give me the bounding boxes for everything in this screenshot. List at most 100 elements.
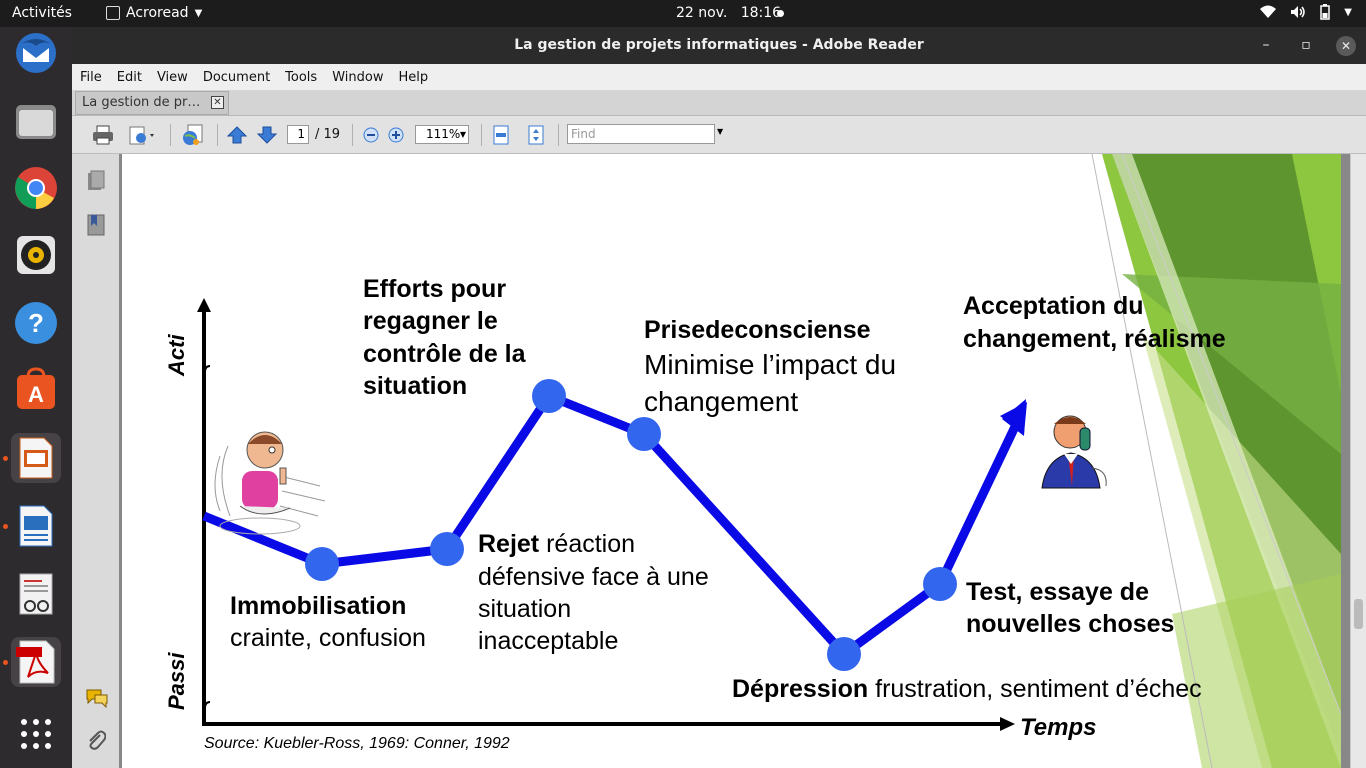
efforts-line-1: Efforts pour xyxy=(363,275,506,303)
document-tab[interactable]: La gestion de pr… ✕ xyxy=(75,91,229,115)
share-document-icon xyxy=(129,126,154,145)
toolbar-separator xyxy=(170,124,171,146)
online-services-button[interactable] xyxy=(180,124,208,145)
efforts-line-3: contrôle de la xyxy=(363,340,527,368)
running-indicator xyxy=(3,660,8,665)
writer-document-icon[interactable] xyxy=(11,501,61,551)
menu-window[interactable]: Window xyxy=(332,70,383,85)
system-menu-chevron-icon: ▼ xyxy=(1344,6,1352,18)
tab-bar: La gestion de pr… ✕ xyxy=(72,90,1366,116)
curve-node-test xyxy=(923,567,957,601)
fit-page-icon xyxy=(493,125,509,145)
scrollbar-thumb[interactable] xyxy=(1354,599,1363,629)
title-bar[interactable]: La gestion de projets informatiques - Ad… xyxy=(72,27,1366,64)
zoom-level-select[interactable]: 111% ▼ xyxy=(415,125,469,144)
efforts-line-2: regagner le xyxy=(363,307,498,335)
minimize-button[interactable]: – xyxy=(1256,27,1276,64)
thunderbird-icon[interactable] xyxy=(11,28,61,78)
chevron-down-icon: ▼ xyxy=(194,7,203,19)
close-tab-icon[interactable]: ✕ xyxy=(211,96,224,109)
slide-green-band xyxy=(1172,574,1341,768)
pages-panel-icon[interactable] xyxy=(87,170,105,192)
dock: ? A xyxy=(0,27,72,768)
menu-file[interactable]: File xyxy=(80,70,102,85)
activities-button[interactable]: Activités xyxy=(12,5,72,21)
running-indicator xyxy=(3,524,8,529)
y-axis-tick xyxy=(204,365,211,373)
menu-view[interactable]: View xyxy=(157,70,188,85)
rhythmbox-icon[interactable] xyxy=(11,230,61,280)
document-viewer-icon[interactable] xyxy=(11,569,61,619)
chevron-down-icon[interactable]: ▼ xyxy=(717,127,723,136)
help-icon[interactable]: ? xyxy=(11,298,61,348)
navigation-pane xyxy=(72,154,119,768)
next-page-button[interactable] xyxy=(257,125,277,145)
chrome-icon[interactable] xyxy=(11,163,61,213)
vertical-scrollbar[interactable] xyxy=(1350,154,1366,768)
acceptation-line-1: Acceptation du xyxy=(963,292,1144,320)
menu-edit[interactable]: Edit xyxy=(117,70,142,85)
toolbar: 1 / 19 111% ▼ Find ▼ xyxy=(72,116,1366,154)
system-tray[interactable]: ▼ xyxy=(1260,4,1352,20)
depression-text: frustration, sentiment d’échec xyxy=(868,675,1202,703)
arrow-down-icon xyxy=(257,126,277,144)
volume-icon xyxy=(1291,6,1306,18)
fit-window-button[interactable] xyxy=(527,125,545,145)
time-label: 18:16 xyxy=(740,5,782,21)
bookmarks-panel-icon[interactable] xyxy=(87,214,105,236)
curve-node-immobilisation xyxy=(305,547,339,581)
zoom-in-icon xyxy=(388,127,404,143)
rejet-title: Rejet xyxy=(478,530,540,558)
acceptation-line-2: changement, réalisme xyxy=(963,325,1226,353)
comments-icon[interactable] xyxy=(85,688,109,708)
fit-width-button[interactable] xyxy=(492,125,510,145)
menu-tools[interactable]: Tools xyxy=(285,70,317,85)
toolbar-separator xyxy=(217,124,218,146)
adobe-reader-window: La gestion de projets informatiques - Ad… xyxy=(72,27,1366,768)
zoom-in-button[interactable] xyxy=(388,125,404,145)
depression-label: Dépression frustration, sentiment d’éche… xyxy=(732,675,1202,703)
maximize-button[interactable]: ▫ xyxy=(1296,27,1316,64)
show-applications-icon[interactable] xyxy=(11,709,61,759)
confused-person-clipart xyxy=(214,431,326,535)
top-bar: Activités Acroread ▼ 22 nov. 18:16 ▼ xyxy=(0,0,1366,27)
menu-document[interactable]: Document xyxy=(203,70,270,85)
rejet-text-2: défensive face à une xyxy=(478,563,709,591)
battery-icon xyxy=(1320,4,1331,20)
adobe-reader-icon[interactable] xyxy=(11,637,61,687)
attachments-icon[interactable] xyxy=(86,729,106,751)
impress-icon[interactable] xyxy=(11,433,61,483)
close-button[interactable]: ✕ xyxy=(1336,36,1356,56)
clock[interactable]: 22 nov. 18:16 xyxy=(676,5,781,21)
prise-text-1: Minimise l’impact du xyxy=(644,349,896,380)
date-label: 22 nov. xyxy=(676,5,728,21)
chevron-down-icon: ▼ xyxy=(459,130,466,139)
document-view[interactable]: Acti Passi Temps Source: Kuebler-Ross, 1… xyxy=(119,154,1366,768)
curve-node-depression xyxy=(827,637,861,671)
collaborate-button[interactable] xyxy=(128,125,156,145)
zoom-out-button[interactable] xyxy=(363,125,379,145)
y-axis-tick xyxy=(204,701,211,709)
y-axis-arrow xyxy=(197,298,211,312)
y-axis-top-label: Acti xyxy=(164,334,189,377)
depression-title: Dépression xyxy=(732,675,868,703)
app-menu-label: Acroread xyxy=(126,5,189,21)
curve-node-prise xyxy=(627,417,661,451)
wifi-icon xyxy=(1260,5,1277,18)
find-input[interactable]: Find xyxy=(567,124,715,144)
x-axis-label: Temps xyxy=(1020,714,1096,741)
window-title: La gestion de projets informatiques - Ad… xyxy=(514,37,924,53)
app-menu[interactable]: Acroread ▼ xyxy=(106,5,202,21)
slide-canvas: Acti Passi Temps Source: Kuebler-Ross, 1… xyxy=(164,154,1341,768)
files-icon[interactable] xyxy=(11,96,61,146)
zoom-level-value: 111% xyxy=(426,127,461,141)
software-center-icon[interactable]: A xyxy=(11,365,61,415)
print-button[interactable] xyxy=(92,125,114,145)
notification-dot-icon xyxy=(777,10,784,17)
page-number-input[interactable]: 1 xyxy=(287,125,309,144)
menu-help[interactable]: Help xyxy=(398,70,428,85)
rejet-text-1: réaction xyxy=(539,530,635,558)
print-icon xyxy=(93,125,113,145)
previous-page-button[interactable] xyxy=(227,125,247,145)
test-line-1: Test, essaye de xyxy=(966,578,1149,606)
